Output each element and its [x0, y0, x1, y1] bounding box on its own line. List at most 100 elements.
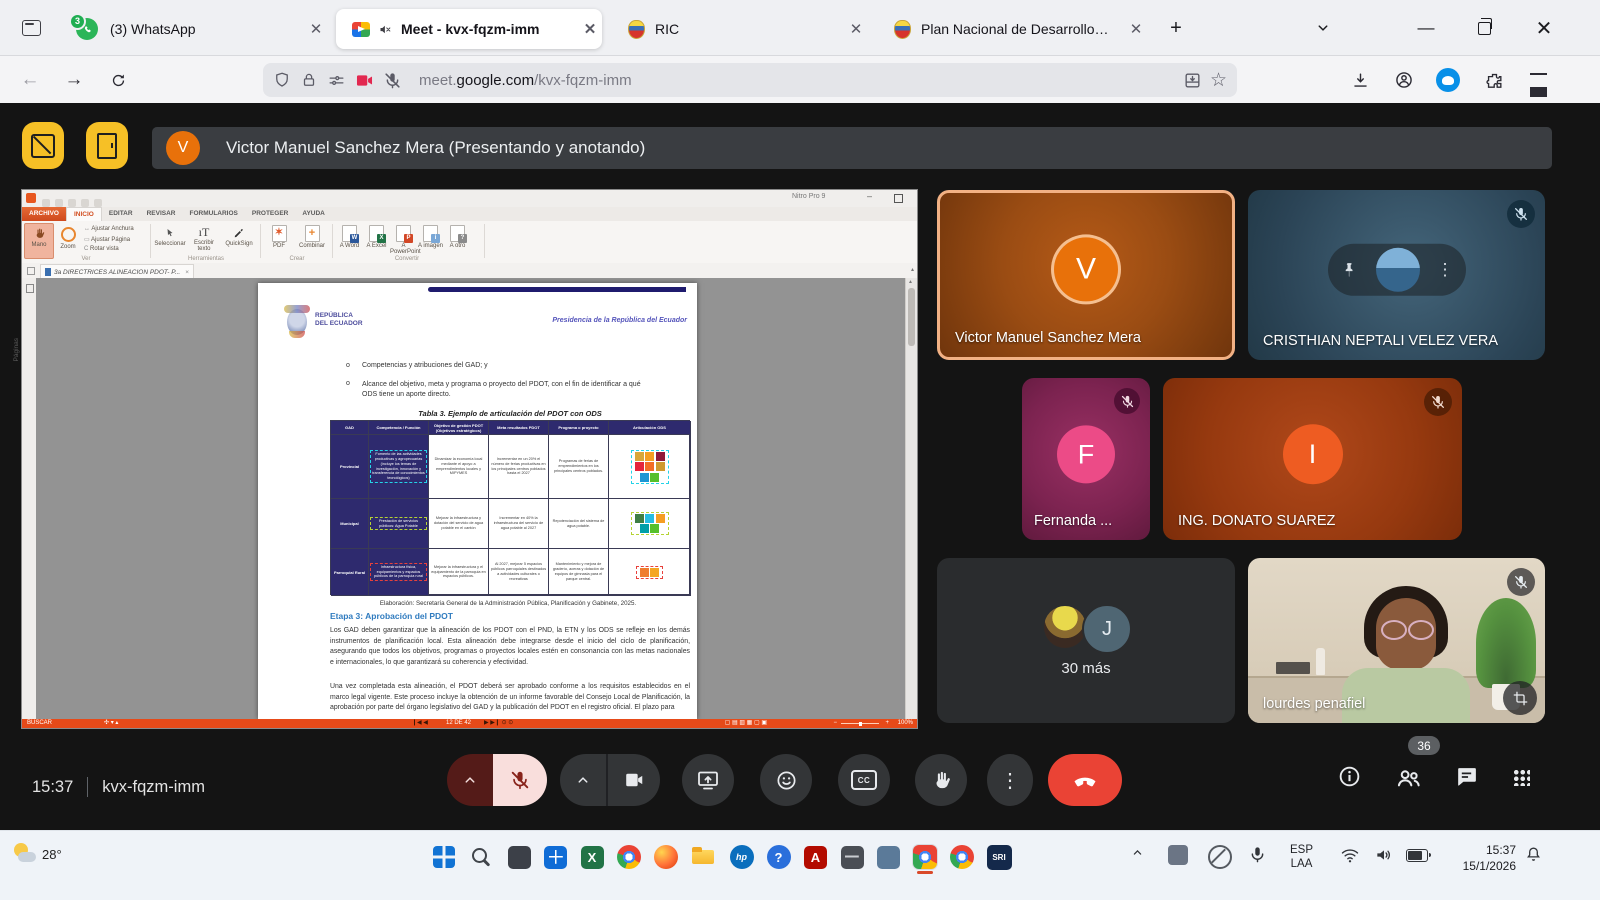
reload-button[interactable]	[102, 64, 134, 96]
tab-close-icon[interactable]: ✕	[844, 20, 868, 38]
more-options-icon[interactable]: ⋮	[1437, 260, 1454, 280]
more-options-button[interactable]: ⋮	[987, 754, 1033, 806]
pdf-minimize-icon[interactable]: –	[867, 191, 872, 201]
sri-icon[interactable]: SRI	[987, 845, 1012, 870]
blue-extension-icon[interactable]	[1432, 64, 1464, 96]
chrome-icon[interactable]	[617, 845, 641, 869]
wifi-icon[interactable]	[1340, 845, 1360, 865]
select-tool-button[interactable]: Seleccionar	[154, 223, 186, 247]
tab-close-icon[interactable]: ✕	[1124, 20, 1148, 38]
page-nav-prev-icons[interactable]: ❙◀ ◀	[412, 719, 428, 728]
permissions-icon[interactable]	[327, 71, 346, 90]
tray-mic-icon[interactable]	[1248, 845, 1267, 864]
activities-grid-button[interactable]	[1511, 767, 1531, 787]
menu-archivo[interactable]: ARCHIVO	[22, 207, 66, 221]
convert-word-button[interactable]: WA Word	[336, 223, 363, 249]
camera-permission-icon[interactable]	[355, 71, 374, 90]
back-button[interactable]: ←	[14, 64, 46, 96]
tile-fernanda[interactable]: F Fernanda ...	[1022, 378, 1150, 540]
menu-editar[interactable]: EDITAR	[102, 207, 140, 221]
door-panel-button[interactable]	[86, 122, 128, 169]
doc-tab-close-icon[interactable]: ×	[185, 269, 189, 276]
clock-widget[interactable]: 15:37 15/1/2026	[1440, 842, 1516, 874]
zoom-out-icon[interactable]: −	[833, 719, 837, 728]
collapse-icon[interactable]: ▴	[911, 266, 914, 273]
new-tab-button[interactable]: +	[1158, 12, 1194, 44]
end-call-button[interactable]	[1048, 754, 1122, 806]
camera-options-button[interactable]	[560, 754, 608, 806]
camera-toggle-button[interactable]	[608, 754, 660, 806]
start-button[interactable]	[433, 846, 455, 868]
menu-inicio[interactable]: INICIO	[66, 207, 102, 221]
tab-plan-nacional[interactable]: Plan Nacional de Desarrollo Ecu ✕	[878, 9, 1148, 49]
downloads-button[interactable]	[1344, 64, 1376, 96]
adobe-icon[interactable]: A	[804, 846, 827, 869]
fit-page-button[interactable]: ▭ Ajustar Página	[84, 236, 130, 243]
extensions-puzzle-icon[interactable]	[1478, 64, 1510, 96]
restore-button[interactable]	[1462, 12, 1506, 44]
weather-widget[interactable]: 28°	[12, 841, 62, 867]
reactions-button[interactable]	[760, 754, 812, 806]
people-button[interactable]	[1394, 763, 1422, 791]
mic-blocked-icon[interactable]	[383, 71, 402, 90]
zoom-tool-button[interactable]: Zoom	[56, 223, 80, 250]
firefox-view-button[interactable]	[14, 13, 48, 43]
tile-cristhian[interactable]: ⋮ CRISTHIAN NEPTALI VELEZ VERA	[1248, 190, 1545, 360]
close-button[interactable]: ✕	[1522, 12, 1566, 44]
rotate-view-button[interactable]: C Rotar vista	[84, 246, 119, 252]
menu-ayuda[interactable]: AYUDA	[295, 207, 332, 221]
list-tabs-button[interactable]	[1302, 12, 1344, 44]
chrome-icon-2[interactable]	[950, 845, 974, 869]
menu-formularios[interactable]: FORMULARIOS	[182, 207, 244, 221]
convert-other-button[interactable]: ?A otro	[444, 223, 471, 249]
tray-app-icon[interactable]	[1168, 845, 1188, 865]
convert-powerpoint-button[interactable]: PA PowerPoint	[390, 223, 417, 255]
legal-app-icon[interactable]	[841, 846, 864, 869]
tab-muted-speaker-icon[interactable]	[378, 22, 393, 37]
firefox-icon[interactable]	[654, 845, 678, 869]
pages-rail[interactable]: Páginas	[22, 278, 37, 719]
status-filter-icons[interactable]: ✣ ▾ ▴	[104, 719, 118, 728]
search-label[interactable]: BUSCAR	[27, 719, 52, 728]
present-button[interactable]	[682, 754, 734, 806]
menu-revisar[interactable]: REVISAR	[140, 207, 183, 221]
quicksign-button[interactable]: QuickSign	[222, 223, 256, 247]
tab-ric[interactable]: RIC ✕	[612, 9, 868, 49]
dark-app-icon[interactable]	[508, 846, 531, 869]
url-text[interactable]: meet.google.com/kvx-fqzm-imm	[419, 72, 1183, 89]
pin-icon[interactable]	[1340, 260, 1359, 279]
annotation-disabled-button[interactable]	[22, 122, 64, 169]
zoom-in-icon[interactable]: +	[885, 719, 889, 728]
tile-donato[interactable]: I ING. DONATO SUAREZ	[1163, 378, 1462, 540]
panel-toggle-checkbox[interactable]	[27, 267, 35, 275]
menu-proteger[interactable]: PROTEGER	[245, 207, 295, 221]
type-text-button[interactable]: ıT Escribir texto	[188, 223, 220, 252]
file-explorer-icon[interactable]	[689, 843, 717, 871]
fit-width-button[interactable]: ↔ Ajustar Anchura	[84, 226, 134, 232]
pdf-scrollbar[interactable]: ▲	[905, 278, 917, 719]
get-help-icon[interactable]: ?	[767, 845, 791, 869]
active-browser-icon[interactable]	[913, 845, 937, 869]
create-pdf-button[interactable]: ✶ PDF	[266, 223, 292, 249]
convert-excel-button[interactable]: XA Excel	[363, 223, 390, 249]
zoom-slider-thumb[interactable]	[859, 722, 862, 726]
tile-victor[interactable]: V Victor Manuel Sanchez Mera	[937, 190, 1235, 360]
combine-button[interactable]: + Combinar	[296, 223, 328, 249]
pdf-document-view[interactable]: REPÚBLICADEL ECUADOR Presidencia de la R…	[36, 278, 906, 719]
layout-icons[interactable]: ▢ ▤ ▥ ▦ ▢ ▣	[725, 719, 767, 728]
raise-hand-button[interactable]	[915, 754, 967, 806]
volume-icon[interactable]	[1374, 845, 1394, 865]
tab-meet-active[interactable]: Meet - kvx-fqzm-imm ✕	[336, 9, 602, 49]
scroll-up-icon[interactable]: ▲	[908, 279, 913, 285]
tab-close-icon[interactable]: ✕	[304, 20, 328, 38]
search-icon[interactable]	[466, 843, 494, 871]
network-offline-icon[interactable]	[1208, 845, 1232, 869]
tab-whatsapp[interactable]: 3 (3) WhatsApp ✕	[60, 9, 328, 49]
scroll-thumb[interactable]	[908, 288, 915, 346]
menu-hamburger-icon[interactable]	[1522, 64, 1554, 96]
info-button[interactable]	[1336, 763, 1362, 789]
account-button[interactable]	[1388, 64, 1420, 96]
hand-tool-button[interactable]: Mano	[24, 223, 54, 259]
minimize-button[interactable]: —	[1404, 12, 1448, 44]
chat-button[interactable]	[1453, 763, 1479, 789]
